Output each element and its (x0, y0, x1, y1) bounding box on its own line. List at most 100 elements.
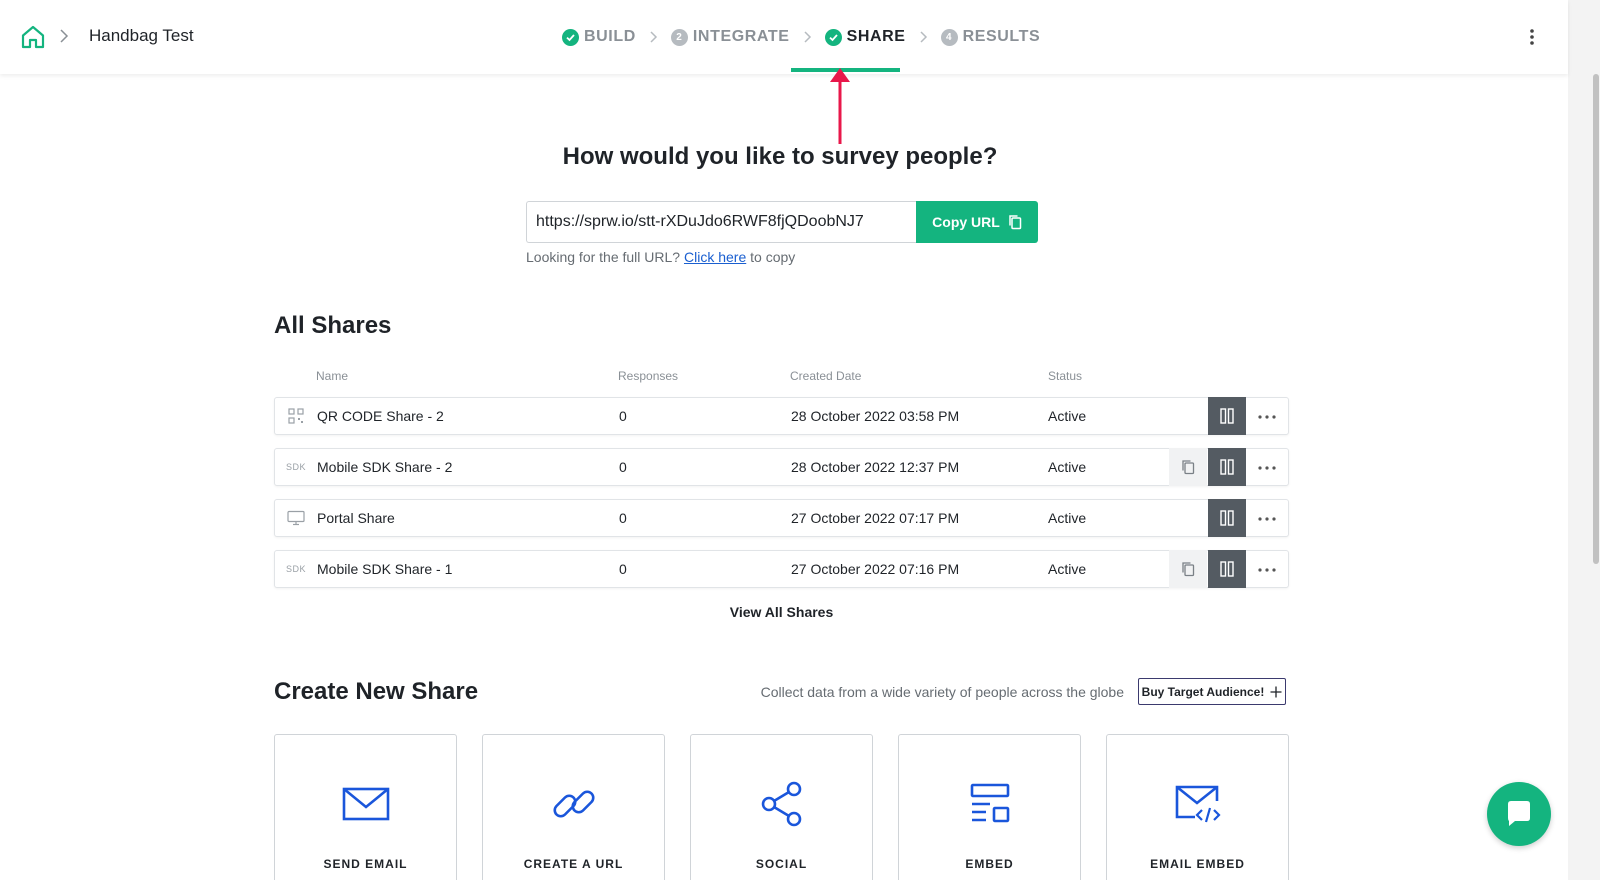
share-url-group: Copy URL (526, 201, 1038, 243)
step-label: RESULTS (962, 28, 1041, 45)
share-responses: 0 (619, 510, 627, 526)
copy-button[interactable] (1169, 550, 1207, 588)
share-name[interactable]: Mobile SDK Share - 1 (317, 561, 452, 577)
chevron-right-icon (804, 31, 811, 43)
check-circle-icon (562, 28, 579, 46)
more-options-button[interactable] (1251, 407, 1283, 427)
more-horizontal-icon (1258, 568, 1276, 572)
plus-icon (1270, 686, 1282, 697)
step-results[interactable]: 4 RESULTS (940, 28, 1041, 46)
share-name[interactable]: QR CODE Share - 2 (317, 408, 444, 424)
buy-target-audience-label: Buy Target Audience! (1141, 684, 1265, 699)
copy-icon (1182, 460, 1195, 475)
share-responses: 0 (619, 459, 627, 475)
page-title: How would you like to survey people? (562, 143, 998, 170)
share-created-date: 27 October 2022 07:16 PM (791, 561, 960, 577)
card-label: EMAIL EMBED (1150, 857, 1245, 871)
pause-button[interactable] (1208, 550, 1246, 588)
step-label: INTEGRATE (692, 28, 790, 45)
table-row[interactable]: SDK Mobile SDK Share - 2 0 28 October 20… (274, 448, 1289, 486)
hint-suffix: to copy (750, 249, 796, 265)
pause-button[interactable] (1208, 397, 1246, 435)
share-icon (761, 781, 802, 827)
chevron-right-icon (650, 31, 657, 43)
pause-icon (1220, 510, 1234, 526)
copy-icon (1009, 215, 1022, 230)
copy-url-button[interactable]: Copy URL (916, 201, 1038, 243)
more-horizontal-icon (1258, 466, 1276, 470)
step-label: BUILD (584, 28, 636, 45)
more-options-button[interactable] (1251, 560, 1283, 580)
chevron-right-icon (60, 29, 69, 43)
card-label: SOCIAL (755, 857, 808, 871)
copy-url-label: Copy URL (932, 214, 1000, 230)
hint-prefix: Looking for the full URL? (526, 249, 681, 265)
check-circle-icon (824, 28, 842, 46)
table-row[interactable]: Portal Share 0 27 October 2022 07:17 PM … (274, 499, 1289, 537)
step-build[interactable]: BUILD (562, 28, 636, 46)
buy-target-audience-button[interactable]: Buy Target Audience! (1138, 678, 1286, 705)
table-row[interactable]: SDK Mobile SDK Share - 1 0 27 October 20… (274, 550, 1289, 588)
share-name[interactable]: Portal Share (317, 510, 395, 526)
share-created-date: 27 October 2022 07:17 PM (791, 510, 960, 526)
create-share-title: Create New Share (274, 678, 479, 705)
full-url-hint: Looking for the full URL? Click here to … (526, 249, 795, 265)
share-status: Active (1048, 459, 1087, 475)
share-responses: 0 (619, 408, 627, 424)
view-all-shares-link[interactable]: View All Shares (700, 604, 863, 620)
card-label: EMBED (965, 857, 1014, 871)
step-label: SHARE (846, 28, 906, 45)
step-number-badge: 4 (940, 28, 958, 46)
more-horizontal-icon (1258, 415, 1276, 419)
email-embed-icon (1175, 785, 1221, 823)
monitor-icon (287, 510, 305, 526)
chat-bubble-icon (1508, 801, 1530, 826)
column-header-created-date: Created Date (790, 369, 862, 383)
card-label: CREATE A URL (523, 857, 624, 871)
table-row[interactable]: QR CODE Share - 2 0 28 October 2022 03:5… (274, 397, 1289, 435)
step-integrate[interactable]: 2 INTEGRATE (670, 28, 790, 46)
pause-button[interactable] (1208, 499, 1246, 537)
embed-icon (970, 783, 1010, 823)
qr-code-icon (288, 408, 304, 424)
share-card-email-embed[interactable]: EMAIL EMBED (1106, 734, 1289, 880)
column-header-responses: Responses (618, 369, 679, 383)
copy-button[interactable] (1169, 448, 1207, 486)
share-name[interactable]: Mobile SDK Share - 2 (317, 459, 452, 475)
share-card-url[interactable]: CREATE A URL (482, 734, 665, 880)
share-created-date: 28 October 2022 12:37 PM (791, 459, 960, 475)
step-share[interactable]: SHARE (824, 28, 906, 46)
click-here-link[interactable]: Click here (684, 249, 746, 265)
link-icon (553, 790, 595, 818)
share-url-input[interactable] (526, 201, 916, 243)
project-name[interactable]: Handbag Test (89, 26, 194, 46)
share-created-date: 28 October 2022 03:58 PM (791, 408, 960, 424)
more-options-button[interactable] (1251, 458, 1283, 478)
column-header-status: Status (1048, 369, 1083, 383)
pause-button[interactable] (1208, 448, 1246, 486)
pause-icon (1220, 408, 1234, 424)
column-header-name: Name (316, 369, 349, 383)
share-card-email[interactable]: SEND EMAIL (274, 734, 457, 880)
all-shares-title: All Shares (274, 312, 392, 339)
home-icon[interactable] (20, 24, 46, 50)
more-options-button[interactable] (1251, 509, 1283, 529)
scrollbar-thumb[interactable] (1593, 74, 1599, 564)
share-status: Active (1048, 561, 1087, 577)
annotation-arrow-icon (830, 68, 850, 144)
collect-data-text: Collect data from a wide variety of peop… (760, 684, 1124, 700)
step-navigation: BUILD 2 INTEGRATE SHARE 4 RESULTS (562, 25, 1040, 49)
pause-icon (1220, 459, 1234, 475)
step-number-badge: 2 (670, 28, 688, 46)
share-card-social[interactable]: SOCIAL (690, 734, 873, 880)
email-icon (342, 787, 390, 821)
chat-widget-button[interactable] (1487, 782, 1551, 846)
more-vertical-icon[interactable] (1522, 26, 1542, 48)
card-label: SEND EMAIL (323, 857, 408, 871)
sdk-icon: SDK (286, 564, 307, 574)
top-bar: Handbag Test BUILD 2 INTEGRATE SHARE 4 R… (0, 0, 1568, 74)
share-responses: 0 (619, 561, 627, 577)
share-status: Active (1048, 510, 1087, 526)
share-card-embed[interactable]: EMBED (898, 734, 1081, 880)
copy-icon (1182, 562, 1195, 577)
